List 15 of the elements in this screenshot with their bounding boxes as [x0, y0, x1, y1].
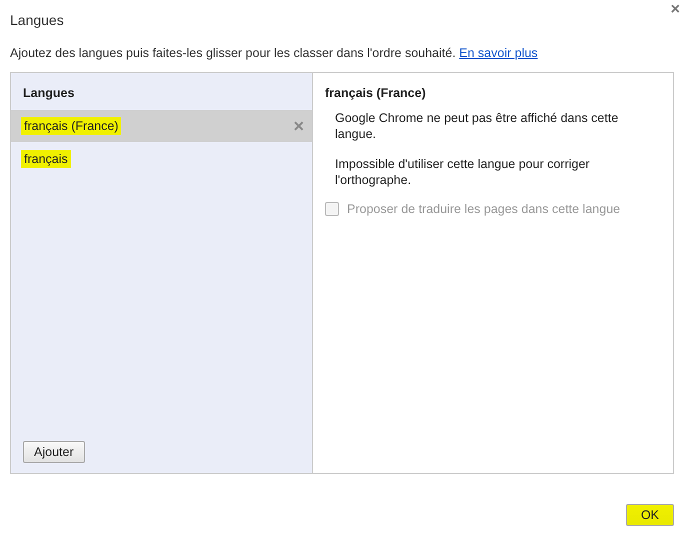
info-message: Google Chrome ne peut pas être affiché dans cette langue. [335, 110, 620, 142]
window-title: Langues [10, 12, 64, 28]
translate-label: Proposer de traduire les pages dans cette langue [347, 202, 620, 216]
learn-more-link[interactable]: En savoir plus [459, 46, 538, 60]
language-label: français (France) [21, 117, 122, 135]
language-title: français (France) [325, 86, 427, 100]
language-item[interactable]: français (France) × [11, 110, 312, 142]
add-button[interactable]: Ajouter [23, 441, 85, 463]
ok-button[interactable]: OK [626, 504, 674, 526]
description-text: Ajoutez des langues puis faites-les glisser pour les classer dans l'ordre souhaité. En savoir plus [10, 46, 538, 60]
list-heading: Langues [22, 85, 76, 102]
close-button[interactable]: × [670, 2, 680, 18]
language-item[interactable]: français [11, 143, 312, 175]
info-message: Impossible d'utiliser cette langue pour corriger l'orthographe. [335, 156, 591, 188]
language-label: français [21, 150, 71, 168]
